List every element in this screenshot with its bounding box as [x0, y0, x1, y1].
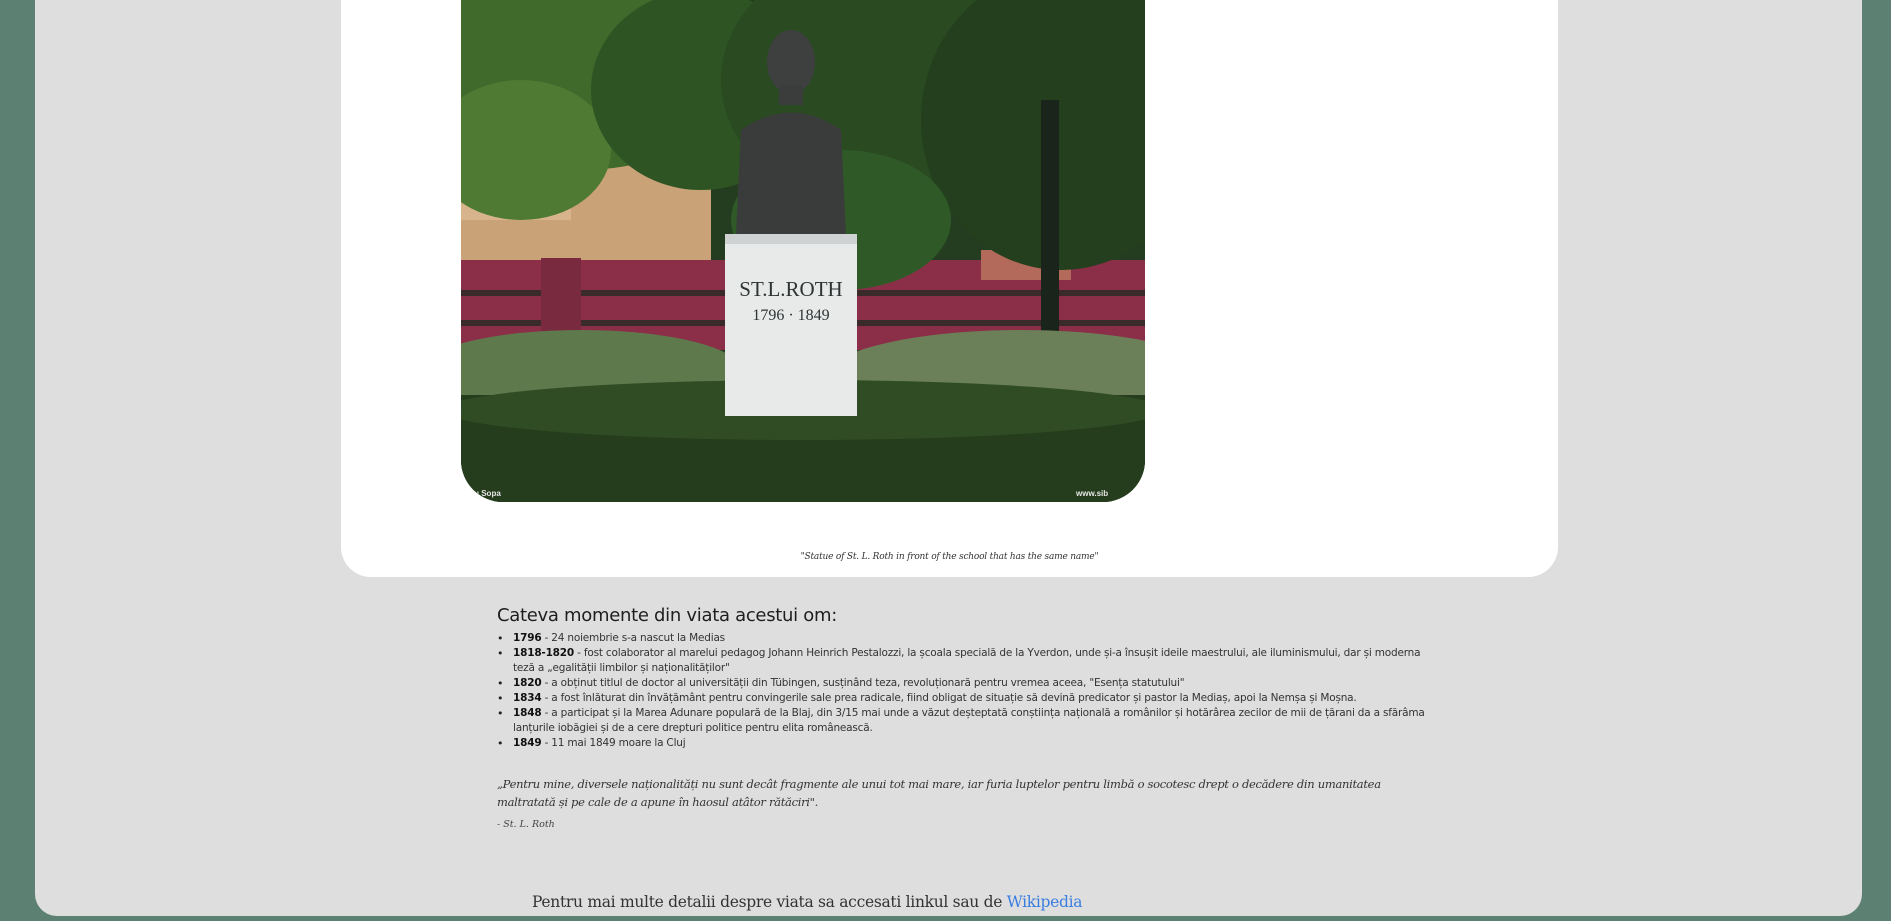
more-details-label: Pentru mai multe detalii despre viata sa…	[532, 893, 1007, 911]
list-item: 1818-1820 - fost colaborator al marelui …	[497, 646, 1437, 676]
watermark-right: www.sib	[1075, 489, 1108, 498]
moment-year: 1849	[513, 737, 542, 749]
list-item: 1796 - 24 noiembrie s-a nascut la Medias	[497, 631, 1437, 646]
moment-year: 1834	[513, 692, 542, 704]
moment-text: - 24 noiembrie s-a nascut la Medias	[541, 632, 726, 644]
moments-section: Cateva momente din viata acestui om: 179…	[497, 605, 1437, 830]
list-item: 1848 - a participat și la Marea Adunare …	[497, 706, 1437, 736]
list-item: 1834 - a fost înlăturat din învățământ p…	[497, 691, 1437, 706]
photo-card: ST.L.ROTH 1796 · 1849 diu Sopa www.sib "…	[341, 0, 1558, 577]
moment-year: 1796	[513, 632, 542, 644]
quote-author: - St. L. Roth	[497, 819, 555, 830]
plinth-years-text: 1796 · 1849	[752, 307, 829, 324]
wikipedia-link[interactable]: Wikipedia	[1007, 893, 1083, 911]
more-details-text: Pentru mai multe detalii despre viata sa…	[532, 893, 1083, 911]
moment-year: 1820	[513, 677, 542, 689]
moment-text: - a participat și la Marea Adunare popul…	[513, 707, 1425, 734]
moment-year: 1848	[513, 707, 542, 719]
moment-year: 1818-1820	[513, 647, 575, 659]
list-item: 1849 - 11 mai 1849 moare la Cluj	[497, 736, 1437, 751]
plinth-name-text: ST.L.ROTH	[739, 277, 842, 301]
watermark-left: diu Sopa	[467, 489, 501, 498]
moments-list: 1796 - 24 noiembrie s-a nascut la Medias…	[497, 631, 1437, 751]
moment-text: - fost colaborator al marelui pedagog Jo…	[513, 647, 1421, 674]
statue-photo-illustration: ST.L.ROTH 1796 · 1849 diu Sopa www.sib	[461, 0, 1145, 502]
moments-heading: Cateva momente din viata acestui om:	[497, 605, 837, 626]
roth-quote: „Pentru mine, diversele naționalități nu…	[497, 777, 1381, 809]
moment-text: - a fost înlăturat din învățământ pentru…	[541, 692, 1357, 704]
moment-text: - a obținut titlul de doctor al universi…	[541, 677, 1185, 689]
moment-text: - 11 mai 1849 moare la Cluj	[541, 737, 686, 749]
photo-caption: "Statue of St. L. Roth in front of the s…	[800, 552, 1099, 562]
list-item: 1820 - a obținut titlul de doctor al uni…	[497, 676, 1437, 691]
statue-photo: ST.L.ROTH 1796 · 1849 diu Sopa www.sib	[461, 0, 1145, 502]
page-container: ST.L.ROTH 1796 · 1849 diu Sopa www.sib "…	[35, 0, 1862, 916]
